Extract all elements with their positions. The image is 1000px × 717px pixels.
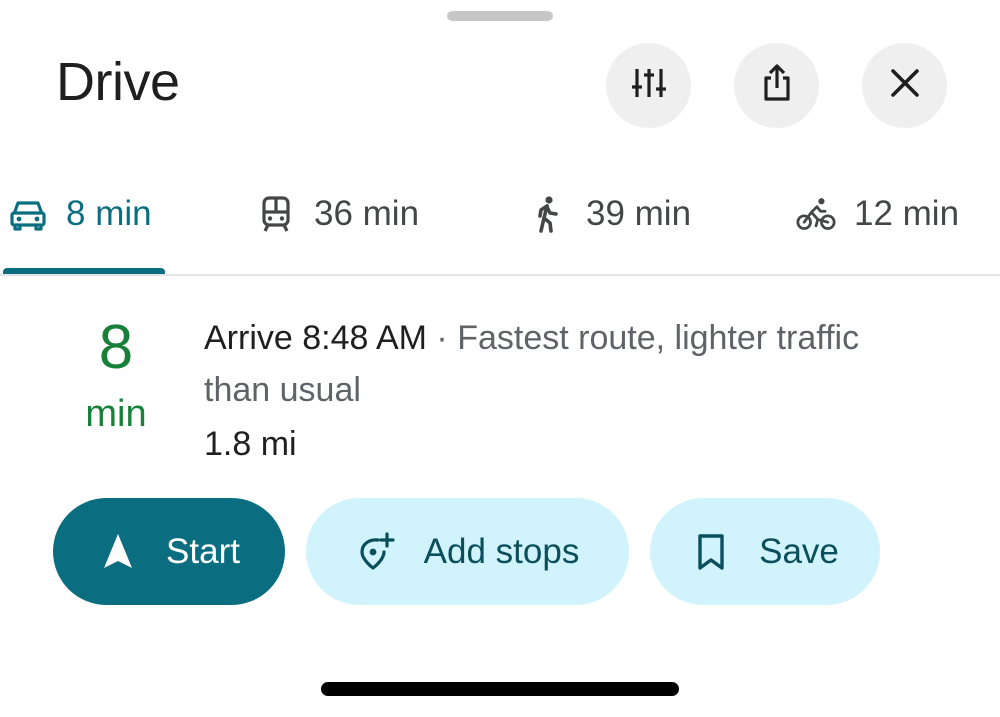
bookmark-icon xyxy=(691,532,731,572)
tab-bike[interactable]: 12 min xyxy=(794,176,959,252)
duration-value: 8 xyxy=(98,313,134,382)
directions-sheet: Drive 8 min 36 min 39 min 12 min 8 min A… xyxy=(0,0,1000,717)
sliders-icon xyxy=(629,63,669,108)
route-duration: 8 min xyxy=(72,312,160,436)
bicycle-icon xyxy=(794,192,838,236)
tab-label: 36 min xyxy=(314,194,420,233)
tab-drive[interactable]: 8 min xyxy=(6,176,152,252)
route-options-button[interactable] xyxy=(606,43,691,128)
page-title: Drive xyxy=(56,52,180,112)
share-button[interactable] xyxy=(734,43,819,128)
route-distance: 1.8 mi xyxy=(204,425,297,463)
start-label: Start xyxy=(166,531,240,571)
tab-label: 8 min xyxy=(66,194,152,233)
close-button[interactable] xyxy=(862,43,947,128)
sheet-surface: Drive 8 min 36 min 39 min 12 min 8 min A… xyxy=(0,0,1000,717)
drag-handle[interactable] xyxy=(447,11,553,21)
add-stops-label: Add stops xyxy=(423,531,580,571)
tab-walk[interactable]: 39 min xyxy=(526,176,691,252)
travel-mode-tabs: 8 min 36 min 39 min 12 min xyxy=(0,176,1000,276)
train-icon xyxy=(254,192,298,236)
tabs-divider xyxy=(0,274,1000,276)
add-location-icon xyxy=(356,531,396,572)
route-description-text: Arrive 8:48 AM · Fastest route, lighter … xyxy=(204,312,904,416)
walking-icon xyxy=(526,192,570,236)
car-icon xyxy=(6,192,50,236)
add-stops-button[interactable]: Add stops xyxy=(306,498,629,605)
tab-label: 39 min xyxy=(586,194,692,233)
start-button[interactable]: Start xyxy=(53,498,285,605)
route-summary[interactable]: Arrive 8:48 AM · Fastest route, lighter … xyxy=(204,312,904,470)
tab-label: 12 min xyxy=(854,194,960,233)
action-buttons: Start Add stops Save xyxy=(0,498,1000,606)
arrival-time: Arrive 8:48 AM xyxy=(204,319,427,357)
close-icon xyxy=(885,63,925,108)
tab-transit[interactable]: 36 min xyxy=(254,176,419,252)
navigation-arrow-icon xyxy=(98,532,138,572)
share-icon xyxy=(757,63,797,108)
duration-unit: min xyxy=(85,393,147,435)
save-label: Save xyxy=(759,531,839,571)
save-button[interactable]: Save xyxy=(650,498,880,605)
separator: · xyxy=(426,319,458,357)
home-indicator[interactable] xyxy=(321,682,679,696)
